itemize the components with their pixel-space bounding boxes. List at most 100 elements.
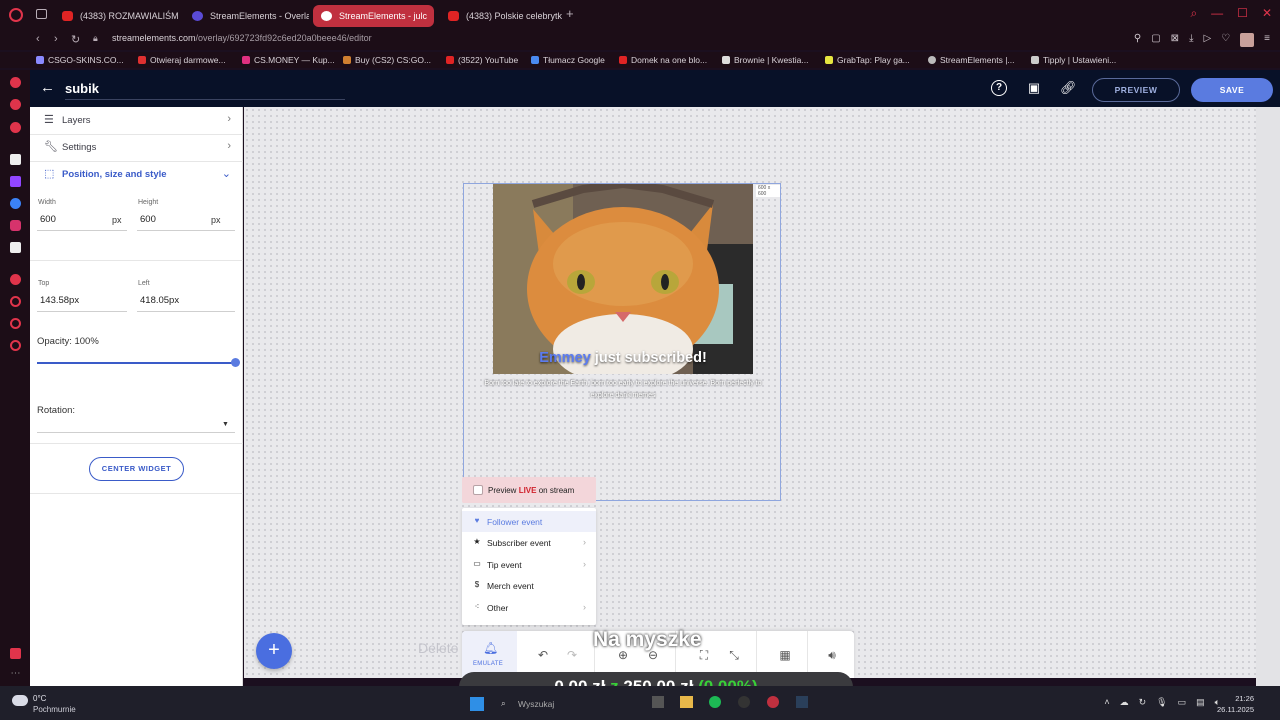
tiktok-icon[interactable]	[10, 242, 21, 253]
app-icon[interactable]	[738, 696, 750, 708]
screen-preview-icon[interactable]: ▣	[1026, 80, 1042, 96]
new-tab-icon[interactable]: +	[566, 6, 574, 21]
minimize-icon[interactable]: —	[1211, 6, 1223, 21]
menu-tip-event[interactable]: ▭ Tip event ›	[462, 554, 596, 575]
vpn-icon[interactable]: ⊠	[1171, 33, 1179, 47]
menu-position-size-style[interactable]: ⬚ Position, size and style ⌄	[30, 161, 243, 188]
monitor-icon[interactable]: ▭	[1178, 697, 1187, 708]
player-icon[interactable]: ▷	[1203, 33, 1211, 47]
url-field[interactable]: streamelements.com/overlay/692723fd92c6e…	[112, 33, 372, 43]
menu-subscriber-event[interactable]: ★ Subscriber event ›	[462, 532, 596, 553]
link-icon[interactable]: 🔗︎	[1060, 80, 1077, 96]
bookmark-item[interactable]: Buy (CS2) CS:GO...	[343, 55, 431, 65]
preview-live-checkbox[interactable]	[473, 485, 483, 495]
sidebar-app-icon[interactable]	[10, 122, 21, 133]
menu-layers[interactable]: ☰ Layers ›	[30, 107, 243, 134]
microphone-icon[interactable]: 🎙︎	[1156, 697, 1167, 708]
overlay-name-input[interactable]: subik	[65, 81, 99, 96]
clock-date[interactable]: 26.11.2025	[1217, 705, 1254, 714]
sidebar-app-icon[interactable]	[10, 99, 21, 110]
caret-down-icon[interactable]: ▼	[222, 421, 229, 428]
canvas-scrollbar[interactable]	[1256, 107, 1280, 686]
undo-icon[interactable]: ↶	[536, 648, 550, 662]
messenger-icon[interactable]	[10, 198, 21, 209]
top-input[interactable]: 143.58px	[40, 295, 79, 306]
opacity-slider-thumb[interactable]	[231, 358, 240, 367]
search-tabs-icon[interactable]: ⌕	[1190, 6, 1197, 21]
center-widget-button[interactable]: CENTER WIDGET	[89, 457, 184, 481]
menu-merch-event[interactable]: $ Merch event	[462, 575, 596, 596]
task-view-icon[interactable]	[652, 696, 664, 708]
pin-icon[interactable]: ⚲	[1134, 33, 1141, 47]
left-input[interactable]: 418.05px	[140, 295, 179, 306]
bookmark-item[interactable]: StreamElements |...	[928, 55, 1014, 65]
menu-follower-event[interactable]: ♥ Follower event	[462, 511, 596, 532]
emulate-tab[interactable]: 🔔︎ EMULATE	[462, 631, 517, 678]
opera-taskbar-icon[interactable]	[767, 696, 779, 708]
aria-icon[interactable]	[10, 154, 21, 165]
opacity-slider-track[interactable]	[37, 362, 235, 364]
height-input[interactable]: 600	[140, 214, 156, 225]
taskbar-search[interactable]: ⌕ Wyszukaj	[497, 695, 637, 711]
file-explorer-icon[interactable]	[680, 696, 693, 708]
editor-canvas[interactable]: 600 x 600 Emmey just subscribed! Born to…	[244, 107, 1256, 678]
history-icon[interactable]	[10, 296, 21, 307]
instagram-icon[interactable]	[10, 220, 21, 231]
bookmark-item[interactable]: Brownie | Kwestia...	[722, 55, 809, 65]
download-icon[interactable]: ⤓	[1189, 33, 1193, 47]
volume-icon[interactable]: 🔊︎	[825, 648, 839, 662]
cloud-icon[interactable]	[12, 695, 28, 706]
redo-icon[interactable]: ↷	[565, 648, 579, 662]
bookmark-item[interactable]: Otwieraj darmowe...	[138, 55, 226, 65]
menu-other[interactable]: ⁖ Other ›	[462, 597, 596, 618]
opera-logo-icon[interactable]	[9, 8, 23, 22]
tab-youtube-1[interactable]: (4383) ROZMAWIALIŚMY	[54, 5, 179, 27]
chevron-up-icon[interactable]: ˄	[1104, 697, 1109, 708]
bookmark-item[interactable]: CSGO-SKINS.CO...	[36, 55, 124, 65]
bookmark-item[interactable]: Tipply | Ustawieni...	[1031, 55, 1116, 65]
gx-icon[interactable]	[10, 648, 21, 659]
screenshot-icon[interactable]: ▢	[1151, 33, 1160, 47]
twitch-icon[interactable]	[10, 176, 21, 187]
save-button[interactable]: SAVE	[1191, 78, 1273, 102]
alert-widget[interactable]: 600 x 600 Emmey just subscribed! Born to…	[463, 183, 781, 501]
back-icon[interactable]: ‹	[36, 33, 40, 45]
windows-start-icon[interactable]	[470, 697, 484, 711]
bookmark-item[interactable]: (3522) YouTube	[446, 55, 518, 65]
help-icon[interactable]: ?	[991, 80, 1007, 96]
menu-settings[interactable]: 🔧︎ Settings ›	[30, 134, 243, 161]
music-icon[interactable]	[10, 274, 21, 285]
more-icon[interactable]: ⋯	[10, 668, 21, 679]
add-widget-button[interactable]: +	[256, 633, 292, 669]
close-icon[interactable]: ✕	[1262, 6, 1272, 21]
bookmark-item[interactable]: Tłumacz Google	[531, 55, 605, 65]
onedrive-icon[interactable]: ☁	[1120, 697, 1129, 708]
rotation-select[interactable]	[37, 432, 235, 433]
tab-youtube-2[interactable]: (4383) Polskie celebrytki	[440, 5, 562, 27]
avatar[interactable]	[1240, 33, 1255, 47]
back-arrow-icon[interactable]: ←	[40, 79, 55, 96]
steam-icon[interactable]	[796, 696, 808, 708]
preview-button[interactable]: PREVIEW	[1092, 78, 1180, 102]
extensions-icon[interactable]	[10, 318, 21, 329]
tab-menu-icon[interactable]	[36, 9, 47, 19]
fit-screen-icon[interactable]: ⤡	[727, 648, 741, 662]
settings-gear-icon[interactable]	[10, 340, 21, 351]
sync-icon[interactable]: ↻	[1139, 697, 1147, 708]
bookmark-item[interactable]: CS.MONEY — Kup...	[242, 55, 335, 65]
network-icon[interactable]: ▤	[1196, 697, 1205, 708]
bookmark-item[interactable]: GrabTap: Play ga...	[825, 55, 910, 65]
width-input[interactable]: 600	[40, 214, 56, 225]
heart-icon[interactable]: ♡	[1221, 33, 1230, 47]
clock-time[interactable]: 21:26	[1235, 694, 1254, 703]
bookmark-item[interactable]: Domek na one blo...	[619, 55, 707, 65]
grid-icon[interactable]: ▦	[778, 648, 792, 662]
maximize-icon[interactable]: ☐	[1237, 6, 1248, 21]
tab-streamelements-1[interactable]: StreamElements - Overla	[184, 5, 309, 27]
forward-icon[interactable]: ›	[54, 33, 58, 45]
spotify-icon[interactable]	[709, 696, 721, 708]
preview-live-toggle[interactable]: Preview LIVE on stream	[462, 477, 596, 503]
tab-streamelements-active[interactable]: StreamElements - julc	[313, 5, 434, 27]
menu-icon[interactable]: ≡	[1264, 33, 1270, 47]
reload-icon[interactable]: ↻	[71, 33, 80, 46]
